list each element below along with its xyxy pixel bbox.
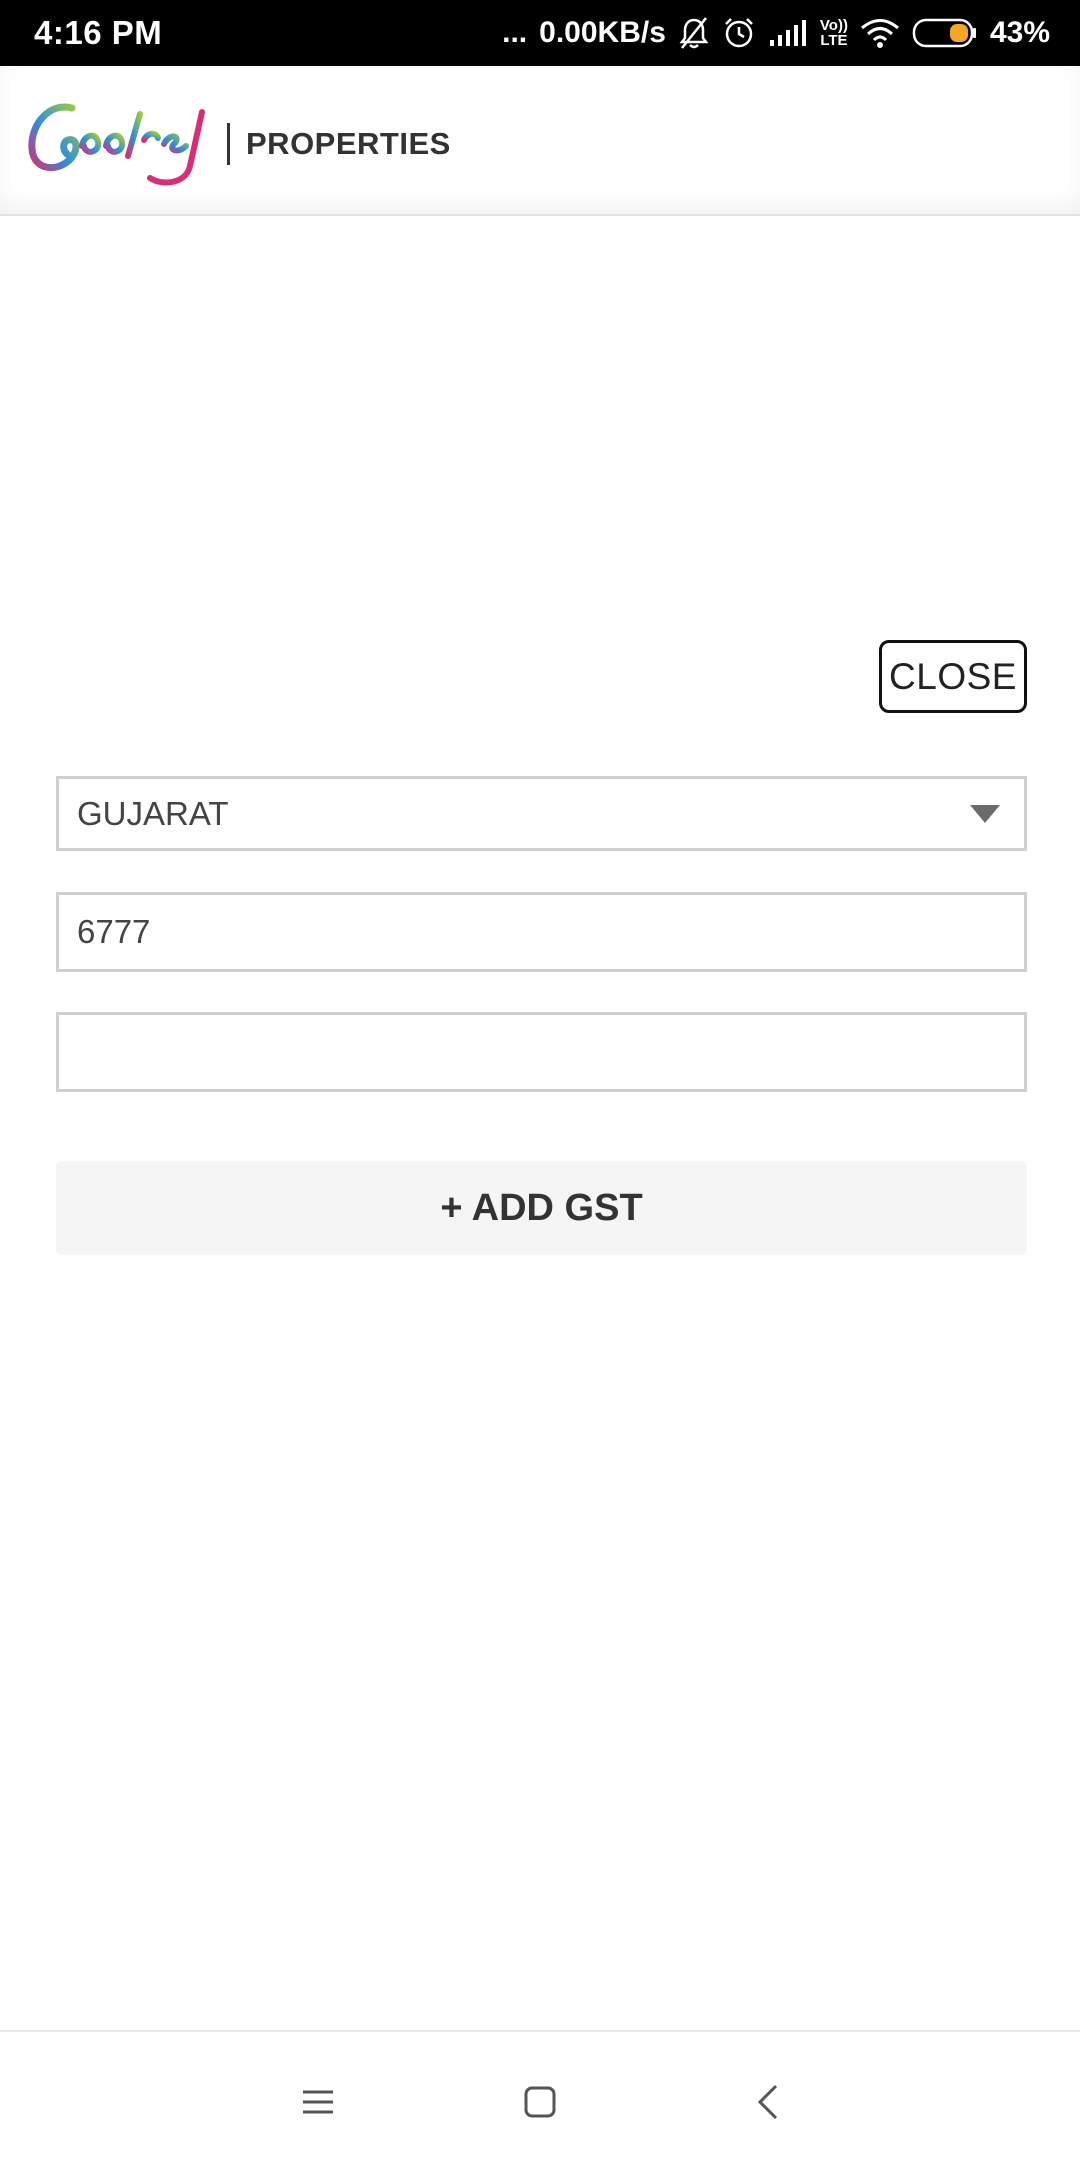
number-input[interactable]: 6777 [56,892,1027,972]
godrej-script-logo [22,94,217,194]
status-icons: ... 0.00KB/s Vo)) LTE 43% [502,16,1050,50]
close-button[interactable]: CLOSE [879,640,1027,713]
home-square-icon[interactable] [510,2072,570,2132]
logo-divider [227,123,230,165]
network-speed: 0.00KB/s [539,16,666,49]
signal-icon [768,18,808,48]
logo-text: PROPERTIES [246,126,451,161]
bell-muted-icon [678,16,710,50]
battery-percent: 43% [989,16,1050,49]
add-gst-button[interactable]: + ADD GST [56,1161,1027,1255]
volte-top-label: Vo)) [819,17,848,34]
menu-icon[interactable] [288,2072,348,2132]
status-bar: 4:16 PM ... 0.00KB/s Vo)) LTE 43% [0,0,1080,66]
state-select[interactable]: GUJARAT [56,776,1027,851]
back-chevron-icon[interactable] [738,2072,798,2132]
alarm-icon [722,16,756,50]
number-input-value: 6777 [77,913,151,950]
battery-icon [912,17,978,49]
notification-dots: ... [502,16,528,49]
volte-bottom-label: LTE [820,32,848,49]
status-time: 4:16 PM [34,14,163,51]
dropdown-arrow-icon [970,804,1000,823]
empty-input[interactable] [56,1012,1027,1092]
godrej-properties-logo[interactable]: PROPERTIES [22,94,451,194]
system-nav-bar [0,2030,1080,2160]
volte-icon: Vo)) LTE [820,18,848,48]
app-header: PROPERTIES [0,66,1080,216]
state-select-value: GUJARAT [77,794,229,832]
wifi-icon [860,17,900,49]
